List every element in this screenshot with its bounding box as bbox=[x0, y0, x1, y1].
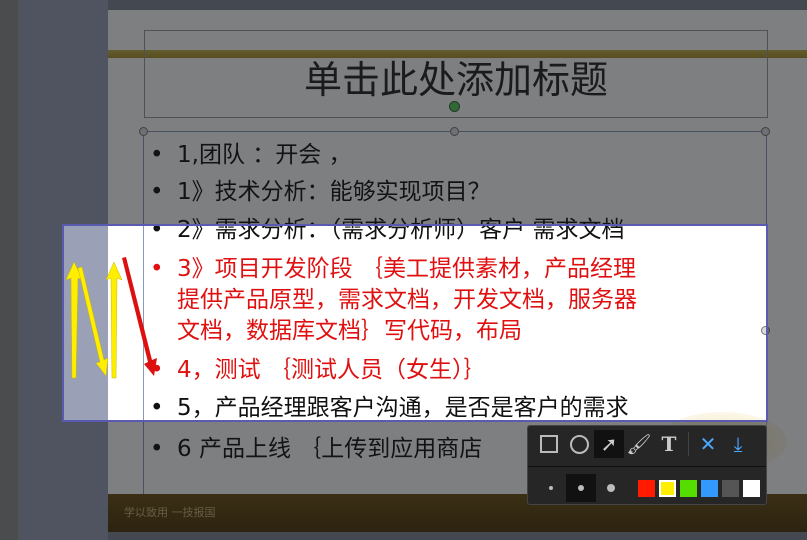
color-swatch-yellow[interactable] bbox=[659, 479, 676, 497]
size-medium[interactable] bbox=[566, 474, 596, 502]
bullet-item: • 3》项目开发阶段 ｛美工提供素材，产品经理 bbox=[150, 256, 636, 282]
thumbnail-pane[interactable] bbox=[0, 0, 20, 540]
bullet-item: • 1》技术分析：能够实现项目？ bbox=[150, 179, 491, 205]
rotation-handle[interactable] bbox=[449, 101, 460, 112]
resize-handle[interactable] bbox=[450, 127, 459, 136]
workspace-background bbox=[20, 0, 108, 540]
resize-handle[interactable] bbox=[139, 127, 148, 136]
resize-handle[interactable] bbox=[761, 127, 770, 136]
toolbar-divider bbox=[528, 466, 766, 467]
color-swatch-red[interactable] bbox=[638, 479, 655, 497]
slide-title: 单击此处添加标题 bbox=[303, 58, 608, 102]
color-swatch-green[interactable] bbox=[680, 479, 697, 497]
toolbar-divider bbox=[688, 432, 689, 456]
size-large[interactable] bbox=[596, 474, 626, 502]
size-small[interactable] bbox=[536, 474, 566, 502]
bullet-item: • 5，产品经理跟客户沟通，是否是客户的需求 bbox=[150, 395, 629, 421]
bullet-continuation: 文档，数据库文档｝写代码，布局 bbox=[177, 318, 522, 344]
bullet-list: • 1,团队 ：开会 ， • 1》技术分析：能够实现项目？ • 2》需求分析：（需求分… bbox=[148, 140, 768, 465]
rectangle-icon[interactable] bbox=[534, 430, 564, 458]
arrow-icon[interactable]: ➚ bbox=[594, 430, 624, 458]
screenshot-toolbar: ➚ 🖌 T ✕ ⤓ bbox=[527, 425, 767, 505]
footer-text: 学以致用 一技报国 bbox=[124, 506, 216, 519]
ellipse-icon[interactable] bbox=[564, 430, 594, 458]
bullet-item: • 2》需求分析：（需求分析师）客户 需求文档 bbox=[150, 217, 625, 243]
bullet-continuation: 提供产品原型，需求文档，开发文档，服务器 bbox=[177, 287, 637, 313]
bullet-item: • 4，测试 ｛测试人员（女生）｝ bbox=[150, 357, 487, 383]
color-swatch-gray[interactable] bbox=[722, 479, 739, 497]
save-icon[interactable]: ⤓ bbox=[723, 430, 753, 458]
brush-icon[interactable]: 🖌 bbox=[624, 430, 654, 458]
text-icon[interactable]: T bbox=[654, 430, 684, 458]
color-swatch-white[interactable] bbox=[743, 479, 760, 497]
cancel-icon[interactable]: ✕ bbox=[693, 430, 723, 458]
bullet-item: • 1,团队 ：开会 ， bbox=[150, 142, 352, 168]
color-swatch-blue[interactable] bbox=[701, 479, 718, 497]
